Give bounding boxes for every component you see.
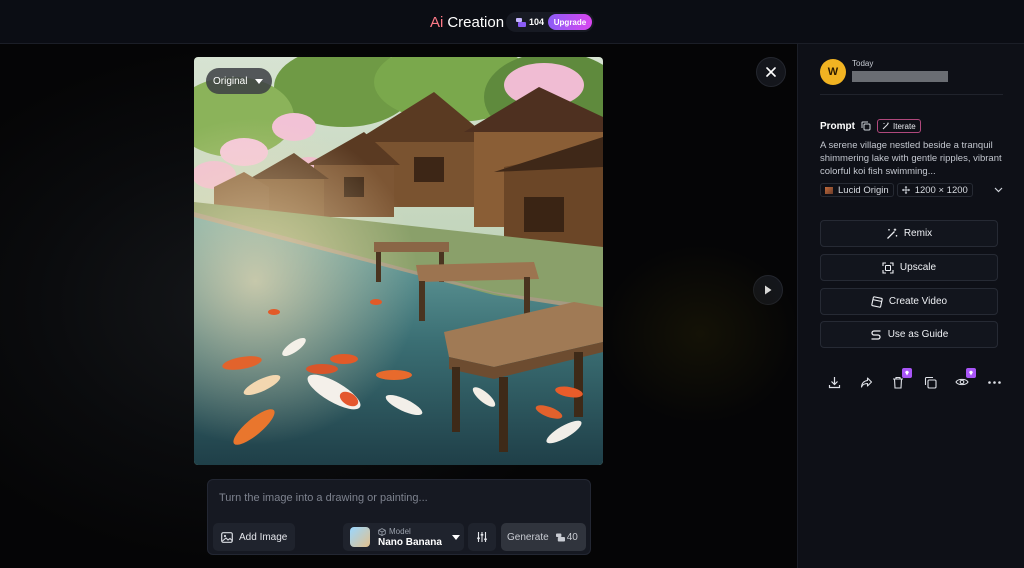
upscale-label: Upscale [899, 262, 937, 273]
remix-button[interactable]: Remix [820, 220, 998, 247]
next-image-button[interactable] [753, 275, 783, 305]
more-options-button[interactable] [986, 374, 1002, 390]
generate-button[interactable]: Generate 40 [501, 523, 586, 551]
sliders-icon [477, 532, 487, 542]
premium-badge-icon [902, 368, 912, 378]
model-thumbnail [350, 527, 370, 547]
divider [820, 94, 1003, 95]
model-chip: Lucid Origin [820, 183, 894, 197]
use-as-guide-label: Use as Guide [887, 329, 949, 340]
model-caption: Model [389, 527, 411, 536]
chevron-down-icon [255, 78, 264, 84]
model-chip-label: Lucid Origin [838, 184, 889, 196]
eye-icon [955, 378, 969, 386]
magic-wand-icon [886, 228, 898, 239]
guide-icon [871, 329, 881, 340]
image-toolbar [824, 368, 1004, 390]
add-image-label: Add Image [239, 531, 288, 543]
app-title-ai: Ai [430, 13, 444, 31]
iterate-button[interactable]: Iterate [877, 119, 921, 133]
app-title: Ai Creation [430, 11, 504, 33]
settings-button[interactable] [468, 523, 496, 551]
app-title-text: Creation [447, 13, 505, 31]
model-name: Nano Banana [378, 537, 442, 548]
duplicate-button[interactable] [922, 374, 938, 390]
token-icon [516, 17, 526, 27]
edit-composer: Add Image Model Nano Banana Generate 40 [207, 479, 591, 555]
prompt-heading-row: Prompt Iterate [820, 119, 921, 133]
credits-badge: 104 Upgrade [506, 12, 594, 32]
magic-wand-icon [882, 122, 889, 130]
share-icon [860, 376, 872, 388]
image-stage: Original Add Image Model Nano Banana [0, 44, 797, 568]
premium-badge-icon [966, 368, 976, 378]
add-image-button[interactable]: Add Image [213, 523, 295, 551]
redacted-username [852, 71, 948, 82]
avatar[interactable]: W [820, 59, 846, 85]
size-chip: 1200 × 1200 [896, 183, 973, 197]
chevron-down-icon[interactable] [994, 187, 1003, 193]
model-selector[interactable]: Model Nano Banana [343, 523, 464, 551]
generate-cost: 40 [566, 531, 578, 543]
use-as-guide-button[interactable]: Use as Guide [820, 321, 998, 348]
create-video-button[interactable]: Create Video [820, 288, 998, 315]
prompt-text: A serene village nestled beside a tranqu… [820, 140, 1002, 177]
share-button[interactable] [858, 374, 874, 390]
cube-icon [378, 527, 386, 536]
dimensions-icon [901, 186, 910, 194]
top-bar: Ai Creation 104 Upgrade [0, 0, 1024, 44]
create-video-label: Create Video [888, 296, 948, 307]
model-swatch [825, 186, 833, 194]
size-chip-label: 1200 × 1200 [914, 184, 968, 196]
download-button[interactable] [826, 374, 842, 390]
video-icon [871, 295, 883, 308]
credits-count: 104 [529, 17, 545, 27]
download-icon [828, 376, 840, 388]
close-icon [766, 67, 776, 77]
original-dropdown[interactable]: Original [206, 68, 272, 94]
details-panel: W Today Prompt Iterate A serene village … [797, 44, 1024, 568]
iterate-label: Iterate [893, 121, 916, 131]
generated-image [194, 57, 603, 465]
chevron-down-icon [451, 534, 460, 540]
edit-prompt-input[interactable] [208, 480, 590, 516]
generation-meta: Lucid Origin 1200 × 1200 [820, 183, 1003, 197]
token-icon [555, 532, 565, 542]
prompt-heading: Prompt [820, 120, 855, 132]
delete-button[interactable] [890, 368, 912, 390]
upscale-button[interactable]: Upscale [820, 254, 998, 281]
visibility-button[interactable] [954, 368, 976, 390]
remix-label: Remix [903, 228, 933, 239]
image-icon [221, 531, 233, 543]
close-button[interactable] [756, 57, 786, 87]
generate-label: Generate [507, 531, 549, 543]
upgrade-button[interactable]: Upgrade [548, 14, 592, 30]
more-icon [987, 380, 1001, 384]
original-label: Original [213, 75, 248, 87]
copy-icon[interactable] [861, 121, 871, 131]
copy-icon [924, 376, 937, 389]
date-label: Today [852, 59, 874, 68]
upscale-icon [882, 261, 894, 274]
play-icon [765, 285, 772, 295]
